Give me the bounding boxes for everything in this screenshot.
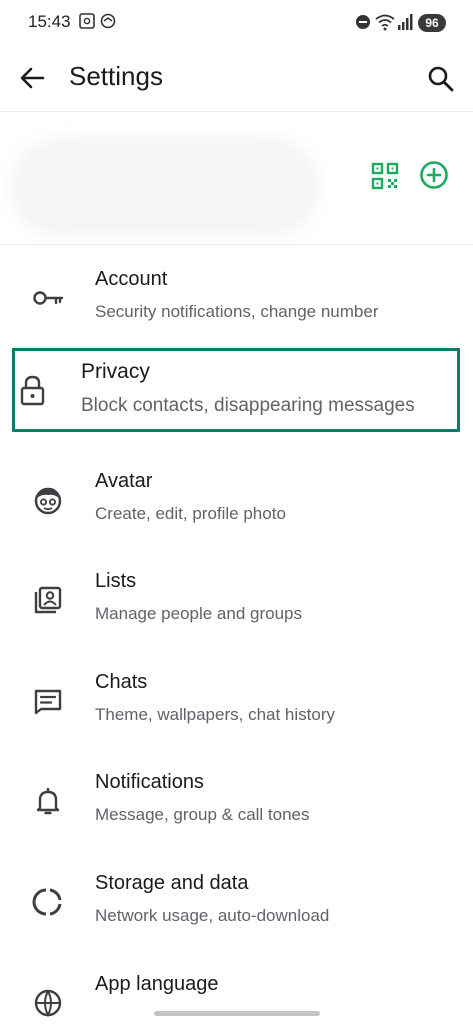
screenshot-icon [79,13,95,29]
lists-subtitle: Manage people and groups [95,604,302,623]
privacy-subtitle: Block contacts, disappearing messages [81,395,415,416]
home-indicator[interactable] [154,1011,320,1016]
qr-code-icon[interactable] [370,161,400,191]
profile-section[interactable] [0,111,473,244]
signal-icon [398,14,413,30]
battery-badge: 96 [418,14,446,32]
settings-item-lists[interactable]: Lists Manage people and groups [0,552,473,648]
app-bar: Settings [0,46,473,110]
storage-subtitle: Network usage, auto-download [95,906,330,925]
chats-subtitle: Theme, wallpapers, chat history [95,705,335,724]
page-title: Settings [69,61,163,91]
chats-title: Chats [95,671,148,693]
contacts-list-icon [34,586,62,614]
sync-icon [100,13,116,29]
lists-title: Lists [95,570,137,592]
account-subtitle: Security notifications, change number [95,302,379,321]
add-circle-icon[interactable] [418,159,450,191]
key-icon [33,291,64,305]
notifications-subtitle: Message, group & call tones [95,805,310,824]
back-arrow-icon[interactable] [16,62,48,94]
profile-divider [0,244,473,245]
status-bar: 15:43 96 [0,0,473,46]
settings-item-chats[interactable]: Chats Theme, wallpapers, chat history [0,653,473,749]
profile-info-blurred[interactable] [10,137,320,237]
bell-icon [36,787,60,815]
globe-icon [34,989,62,1018]
avatar-title: Avatar [95,470,153,492]
app-language-title: App language [95,973,219,995]
settings-item-storage[interactable]: Storage and data Network usage, auto-dow… [0,854,473,950]
status-time: 15:43 [28,12,71,31]
notifications-title: Notifications [95,771,204,793]
avatar-subtitle: Create, edit, profile photo [95,504,286,523]
account-title: Account [95,268,168,290]
chat-icon [34,689,62,715]
dnd-icon [356,15,370,29]
storage-title: Storage and data [95,872,249,894]
settings-item-avatar[interactable]: Avatar Create, edit, profile photo [0,452,473,548]
avatar-face-icon [34,487,62,515]
settings-item-privacy[interactable]: Privacy Block contacts, disappearing mes… [12,348,460,432]
settings-item-account[interactable]: Account Security notifications, change n… [0,250,473,346]
search-icon[interactable] [424,62,458,96]
storage-circle-icon [32,888,62,916]
lock-icon [20,375,45,406]
settings-item-notifications[interactable]: Notifications Message, group & call tone… [0,753,473,849]
wifi-icon [375,14,395,31]
privacy-title: Privacy [81,360,150,383]
